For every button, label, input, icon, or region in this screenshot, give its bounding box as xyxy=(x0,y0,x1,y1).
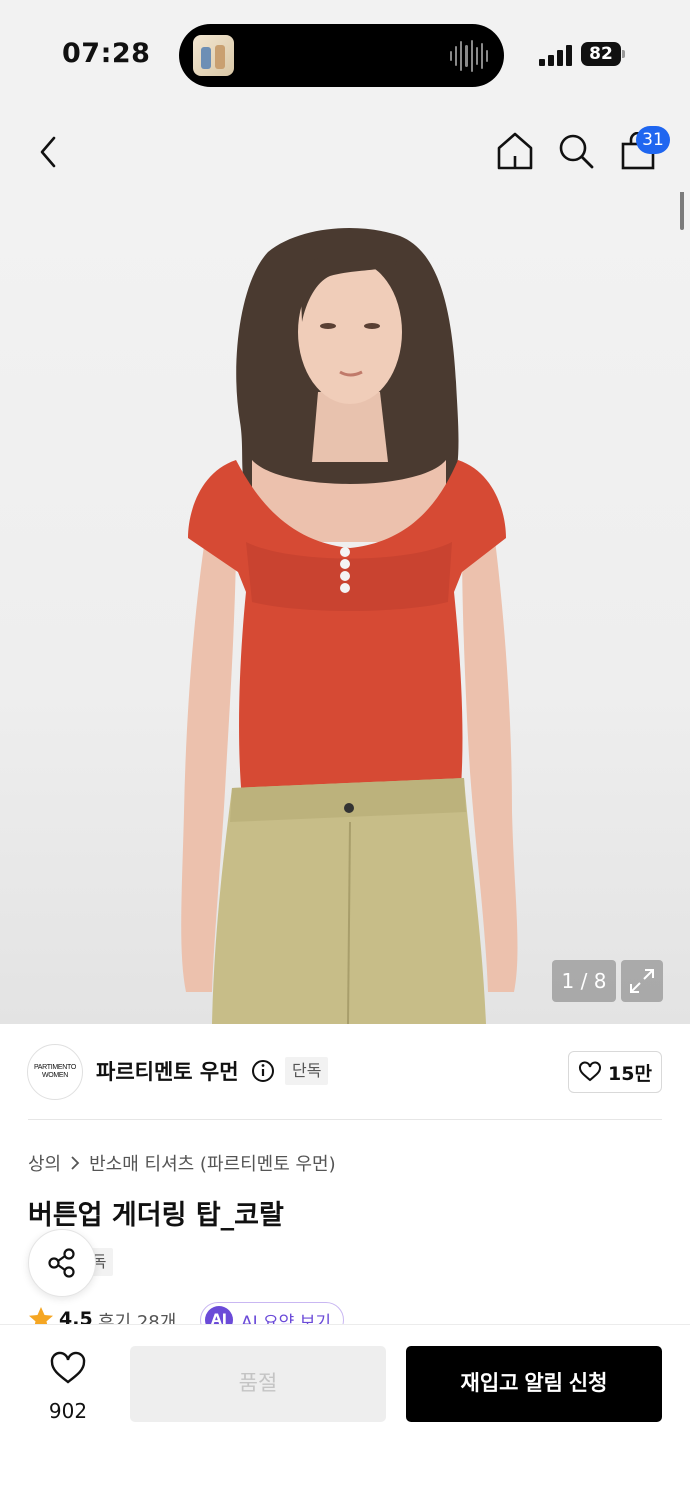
breadcrumb: 상의 반소매 티셔츠 (파르티멘토 우먼) xyxy=(28,1150,336,1176)
share-icon xyxy=(48,1248,75,1278)
brand-logo-line1: PARTIMENTO xyxy=(33,1064,77,1071)
ai-badge-icon: AI xyxy=(205,1306,233,1326)
product-photo xyxy=(181,228,518,1024)
chevron-left-icon[interactable] xyxy=(32,130,64,174)
dynamic-island[interactable] xyxy=(179,24,504,87)
image-page-counter: 1 / 8 xyxy=(552,960,616,1002)
brand-logo-line2: WOMEN xyxy=(41,1072,69,1079)
star-icon xyxy=(29,1307,53,1326)
expand-arrows-icon[interactable] xyxy=(621,960,663,1002)
product-title: 버튼업 게더링 탑_코랄 xyxy=(28,1200,284,1231)
ai-summary-button[interactable]: AI AI 요약 보기 xyxy=(200,1302,345,1326)
home-icon[interactable] xyxy=(495,130,535,172)
soldout-button[interactable]: 품절 xyxy=(130,1346,386,1422)
chevron-right-icon xyxy=(71,1156,80,1170)
section-divider xyxy=(28,1119,662,1120)
scroll-indicator[interactable] xyxy=(680,192,684,230)
wishlist-button[interactable]: 902 xyxy=(28,1347,108,1429)
battery-indicator: 82 xyxy=(581,42,621,66)
product-image-gallery[interactable]: 1 / 8 xyxy=(0,192,690,1024)
heart-outline-icon xyxy=(50,1351,86,1384)
wishlist-count: 902 xyxy=(48,1399,88,1423)
brand-row: PARTIMENTO WOMEN 파르티멘토 우먼 단독 15만 xyxy=(0,1024,690,1120)
bottom-action-bar: 902 품절 재입고 알림 신청 xyxy=(0,1324,690,1500)
info-circle-icon[interactable] xyxy=(251,1059,275,1083)
audio-waveform-icon xyxy=(450,39,488,73)
brand-logo[interactable]: PARTIMENTO WOMEN xyxy=(27,1044,83,1100)
top-navigation: 31 xyxy=(0,110,690,192)
search-icon[interactable] xyxy=(556,130,596,172)
breadcrumb-item-category[interactable]: 상의 xyxy=(28,1150,61,1176)
battery-tip xyxy=(622,50,625,58)
rating-row: 4.5 후기 28개 AI AI 요약 보기 xyxy=(28,1300,628,1326)
exclusive-badge: 단독 xyxy=(285,1057,329,1085)
status-time: 07:28 xyxy=(62,38,151,69)
brand-like-count: 15만 xyxy=(608,1062,652,1085)
status-bar: 07:28 82 xyxy=(0,0,690,110)
album-art-thumbnail xyxy=(193,35,234,76)
share-button[interactable] xyxy=(28,1229,96,1297)
restock-alert-button[interactable]: 재입고 알림 신청 xyxy=(406,1346,662,1422)
breadcrumb-item-subcategory[interactable]: 반소매 티셔츠 (파르티멘토 우먼) xyxy=(89,1150,336,1176)
cellular-signal-icon xyxy=(539,44,573,66)
brand-like-button[interactable]: 15만 xyxy=(568,1051,662,1093)
cart-count-badge: 31 xyxy=(636,126,670,154)
brand-name-link[interactable]: 파르티멘토 우먼 xyxy=(96,1056,239,1086)
heart-outline-icon xyxy=(579,1061,602,1082)
